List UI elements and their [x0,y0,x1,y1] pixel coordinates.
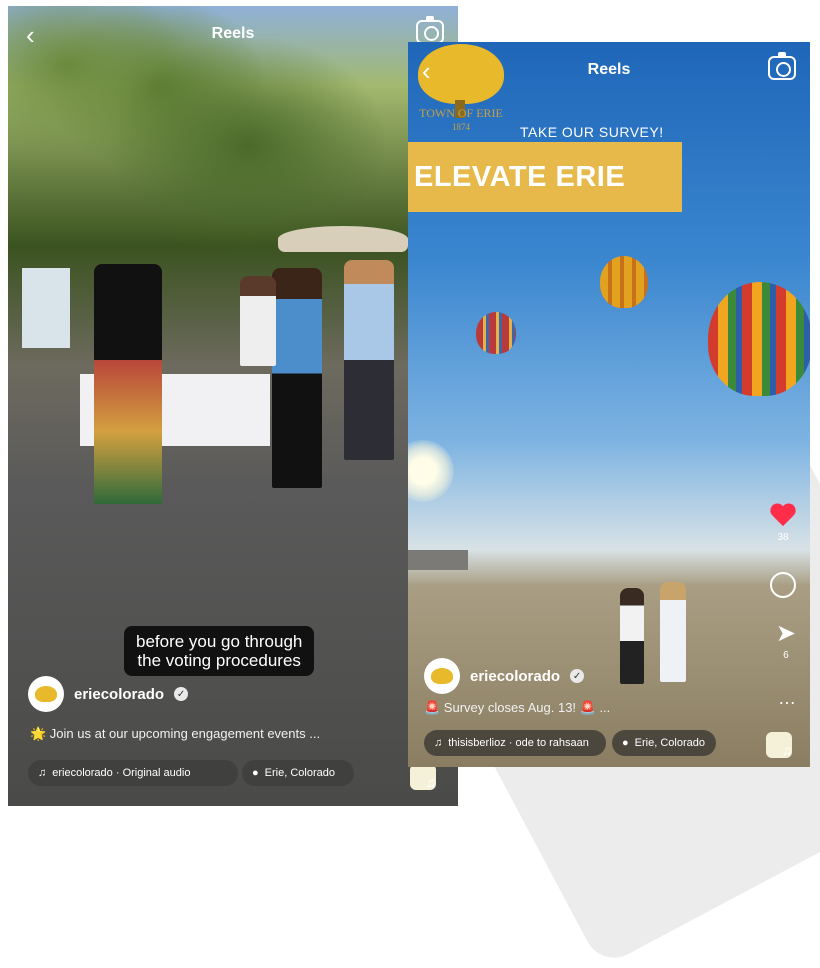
verified-icon: ✓ [174,687,189,701]
video-caption: before you go through the voting procedu… [124,626,315,676]
music-icon: ♫ [434,737,443,749]
audio-chip[interactable]: ♫ eriecolorado · Original audio [28,760,238,786]
person-blue-shirt [272,268,322,488]
location-label: Erie, Colorado [634,737,705,749]
sun [408,440,454,502]
person-man [344,260,394,460]
reel-left[interactable]: ‹ Reels before you go through the voting… [8,6,458,806]
comment-icon[interactable] [770,572,796,598]
tree-logo-icon [35,686,57,702]
user-row[interactable]: eriecolorado ✓ [28,676,189,712]
camera-icon[interactable] [768,52,796,80]
back-icon[interactable]: ‹ [422,58,431,84]
share-icon[interactable]: ➤ [776,622,796,646]
audio-thumbnail[interactable]: ♫ [766,732,792,758]
username[interactable]: eriecolorado [470,668,560,685]
share-count: 6 [783,650,789,661]
caption-line: before you go through [136,632,303,651]
person-skirt [94,264,162,504]
caption-line: the voting procedures [137,651,301,670]
balloon [708,282,810,396]
location-label: Erie, Colorado [264,767,335,779]
music-note-icon: ♫ [781,742,793,758]
description[interactable]: 🚨 Survey closes Aug. 13! 🚨 ... [424,700,610,716]
reel-right[interactable]: TOWN OF ERIE 1874 ‹ Reels TAKE OUR SURVE… [408,42,810,767]
comment-control[interactable] [770,572,796,598]
page-title: Reels [211,25,255,42]
umbrella [278,226,408,252]
username[interactable]: eriecolorado [74,686,164,703]
balloon [600,256,648,308]
user-row[interactable]: eriecolorado ✓ [424,658,585,694]
headline: ELEVATE ERIE [414,160,626,193]
music-note-icon: ♫ [425,774,437,790]
person-back [240,276,276,366]
share-control[interactable]: ➤ 6 [776,622,796,662]
audio-label: thisisberlioz · ode to rahsaan [448,737,589,749]
music-icon: ♫ [38,767,47,779]
person [620,588,644,684]
audio-thumbnail[interactable]: ♫ [410,764,436,790]
tree-logo-icon [431,668,453,684]
camera-icon[interactable] [416,16,444,44]
audio-label: eriecolorado · Original audio [52,767,191,779]
back-icon[interactable]: ‹ [26,22,35,48]
location-chip[interactable]: ● Erie, Colorado [242,760,354,786]
description[interactable]: 🌟 Join us at our upcoming engagement eve… [30,726,320,742]
survey-text: TAKE OUR SURVEY! [520,124,664,140]
like-count: 38 [777,532,789,543]
avatar[interactable] [424,658,460,694]
avatar[interactable] [28,676,64,712]
verified-icon: ✓ [570,669,585,683]
more-icon[interactable]: … [778,688,796,709]
like-control[interactable]: 38 [770,504,796,543]
location-pin-icon: ● [252,767,259,779]
logo-year: 1874 [452,122,470,132]
audio-chip[interactable]: ♫ thisisberlioz · ode to rahsaan [424,730,606,756]
building [408,550,468,570]
person [660,582,686,682]
location-pin-icon: ● [622,737,629,749]
top-bar: ‹ Reels [8,6,458,62]
easel-sign [22,268,70,348]
top-bar: ‹ Reels [408,42,810,98]
location-chip[interactable]: ● Erie, Colorado [612,730,716,756]
heart-icon[interactable] [770,504,796,528]
headline-banner: ELEVATE ERIE [408,142,682,212]
page-title: Reels [587,61,631,78]
logo-text: TOWN OF ERIE [419,106,503,120]
balloon [476,312,516,354]
